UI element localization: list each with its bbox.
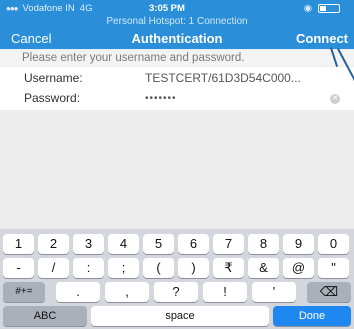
key-period[interactable]: . <box>56 282 100 302</box>
key-exclamation[interactable]: ! <box>203 282 247 302</box>
key-8[interactable]: 8 <box>248 234 279 254</box>
battery-icon <box>318 4 340 13</box>
navigation-bar: Cancel Authentication Connect <box>0 30 354 48</box>
clear-icon[interactable]: ✕ <box>330 94 340 104</box>
key-4[interactable]: 4 <box>108 234 139 254</box>
connect-button[interactable]: Connect <box>296 31 348 46</box>
status-right: ◉ <box>304 3 340 14</box>
password-field[interactable]: ••••••• <box>145 87 177 110</box>
key-0[interactable]: 0 <box>318 234 349 254</box>
empty-area <box>0 111 354 229</box>
key-at[interactable]: @ <box>283 258 314 278</box>
space-key[interactable]: space <box>91 306 269 326</box>
done-key[interactable]: Done <box>273 306 351 326</box>
status-time: 3:05 PM <box>149 3 185 14</box>
key-quote[interactable]: " <box>318 258 349 278</box>
top-bar: ●●● Vodafone IN 4G 3:05 PM ◉ Personal Ho… <box>0 0 354 49</box>
keyboard: 1 2 3 4 5 6 7 8 9 0 - / : ; ( ) ₹ & @ " … <box>0 229 354 329</box>
hotspot-banner[interactable]: Personal Hotspot: 1 Connection <box>0 16 354 27</box>
symbols-toggle-key[interactable]: #+= <box>3 282 45 302</box>
status-left: ●●● Vodafone IN 4G <box>6 3 92 14</box>
key-9[interactable]: 9 <box>283 234 314 254</box>
key-open-paren[interactable]: ( <box>143 258 174 278</box>
status-bar: ●●● Vodafone IN 4G 3:05 PM ◉ <box>0 3 354 15</box>
key-comma[interactable]: , <box>105 282 149 302</box>
abc-key[interactable]: ABC <box>3 306 87 326</box>
password-row[interactable]: Password: ••••••• ✕ <box>0 87 354 110</box>
key-7[interactable]: 7 <box>213 234 244 254</box>
key-apostrophe[interactable]: ' <box>252 282 296 302</box>
location-icon: ◉ <box>303 3 312 14</box>
key-question[interactable]: ? <box>154 282 198 302</box>
key-6[interactable]: 6 <box>178 234 209 254</box>
key-close-paren[interactable]: ) <box>178 258 209 278</box>
key-5[interactable]: 5 <box>143 234 174 254</box>
signal-icon: ●●● <box>6 4 18 13</box>
key-3[interactable]: 3 <box>73 234 104 254</box>
cancel-button[interactable]: Cancel <box>11 31 51 46</box>
backspace-key[interactable]: ⌫ <box>307 282 351 302</box>
key-colon[interactable]: : <box>73 258 104 278</box>
key-dash[interactable]: - <box>3 258 34 278</box>
key-ampersand[interactable]: & <box>248 258 279 278</box>
key-1[interactable]: 1 <box>3 234 34 254</box>
key-slash[interactable]: / <box>38 258 69 278</box>
key-semicolon[interactable]: ; <box>108 258 139 278</box>
key-2[interactable]: 2 <box>38 234 69 254</box>
carrier-label: Vodafone IN <box>22 3 75 14</box>
key-rupee[interactable]: ₹ <box>213 258 244 278</box>
password-label: Password: <box>24 91 81 105</box>
network-label: 4G <box>79 3 93 14</box>
form-prompt: Please enter your username and password. <box>0 50 354 66</box>
